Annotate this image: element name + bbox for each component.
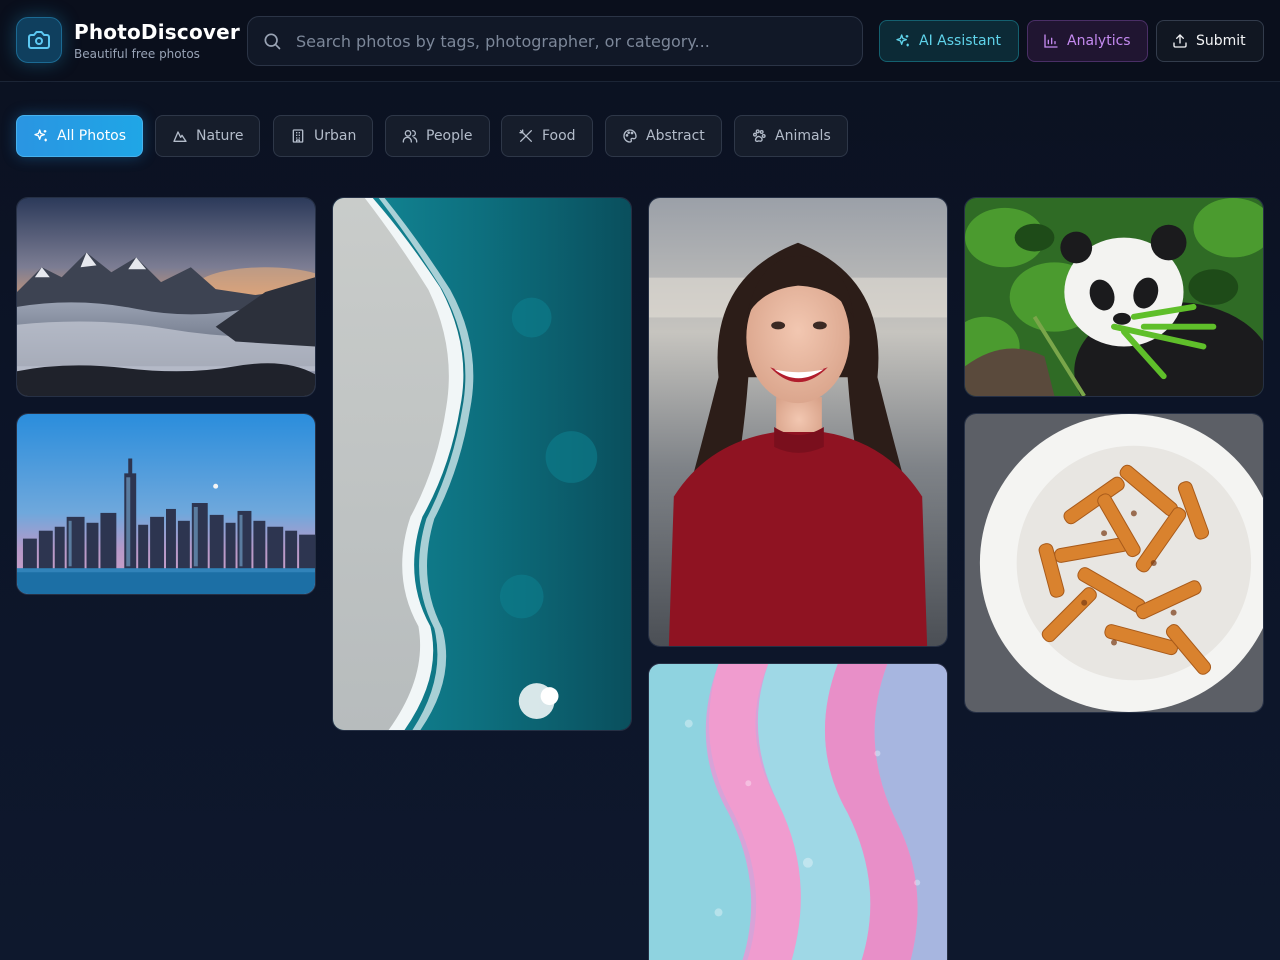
top-header: PhotoDiscover Beautiful free photos AI A… <box>0 0 1280 82</box>
analytics-button[interactable]: Analytics <box>1027 20 1148 62</box>
analytics-label: Analytics <box>1067 33 1131 49</box>
photo-card-ocean[interactable] <box>332 197 632 731</box>
filter-label: Animals <box>775 128 831 144</box>
photo-card-panda[interactable] <box>964 197 1264 397</box>
ai-assistant-label: AI Assistant <box>919 33 1001 49</box>
upload-icon <box>1173 34 1187 48</box>
ai-assistant-button[interactable]: AI Assistant <box>879 20 1019 62</box>
brand-tagline: Beautiful free photos <box>74 47 200 61</box>
filter-label: People <box>426 128 473 144</box>
photo-abstract-fluid <box>649 664 947 960</box>
bar-chart-icon <box>1044 34 1058 48</box>
building-icon <box>292 129 304 143</box>
camera-icon <box>28 31 50 49</box>
photo-ocean-shoreline <box>333 198 631 730</box>
palette-icon <box>623 129 637 143</box>
photo-panda-bamboo <box>965 198 1263 396</box>
photo-city-skyline <box>17 414 315 594</box>
mountain-icon <box>173 131 187 142</box>
filter-label: All Photos <box>57 128 127 144</box>
filter-label: Urban <box>314 128 357 144</box>
filter-nature[interactable]: Nature <box>155 115 261 157</box>
photo-card-skyline[interactable] <box>16 413 316 595</box>
photo-card-pasta[interactable] <box>964 413 1264 713</box>
filter-food[interactable]: Food <box>501 115 593 157</box>
filter-animals[interactable]: Animals <box>734 115 848 157</box>
sparkles-icon <box>896 34 909 47</box>
brand-name[interactable]: PhotoDiscover <box>74 20 240 44</box>
photo-pasta-plate <box>965 414 1263 712</box>
submit-button[interactable]: Submit <box>1156 20 1264 62</box>
paw-icon <box>753 129 766 143</box>
photo-card-portrait[interactable] <box>648 197 948 647</box>
filter-all-photos[interactable]: All Photos <box>16 115 144 157</box>
filter-urban[interactable]: Urban <box>273 115 374 157</box>
logo[interactable] <box>16 17 62 63</box>
filter-label: Nature <box>196 128 244 144</box>
filter-people[interactable]: People <box>385 115 490 157</box>
utensils-icon <box>519 129 532 142</box>
users-icon <box>402 130 418 143</box>
submit-label: Submit <box>1196 33 1246 49</box>
filter-label: Abstract <box>646 128 705 144</box>
sparkles-icon <box>34 129 47 142</box>
photo-card-mountains[interactable] <box>16 197 316 397</box>
filter-label: Food <box>542 128 576 144</box>
search-icon <box>264 33 281 50</box>
search-bar[interactable] <box>247 16 863 66</box>
filter-abstract[interactable]: Abstract <box>605 115 722 157</box>
photo-smiling-woman <box>649 198 947 646</box>
search-input[interactable] <box>296 17 846 65</box>
photo-mountain-sunset <box>17 198 315 396</box>
photo-card-abstract[interactable] <box>648 663 948 960</box>
